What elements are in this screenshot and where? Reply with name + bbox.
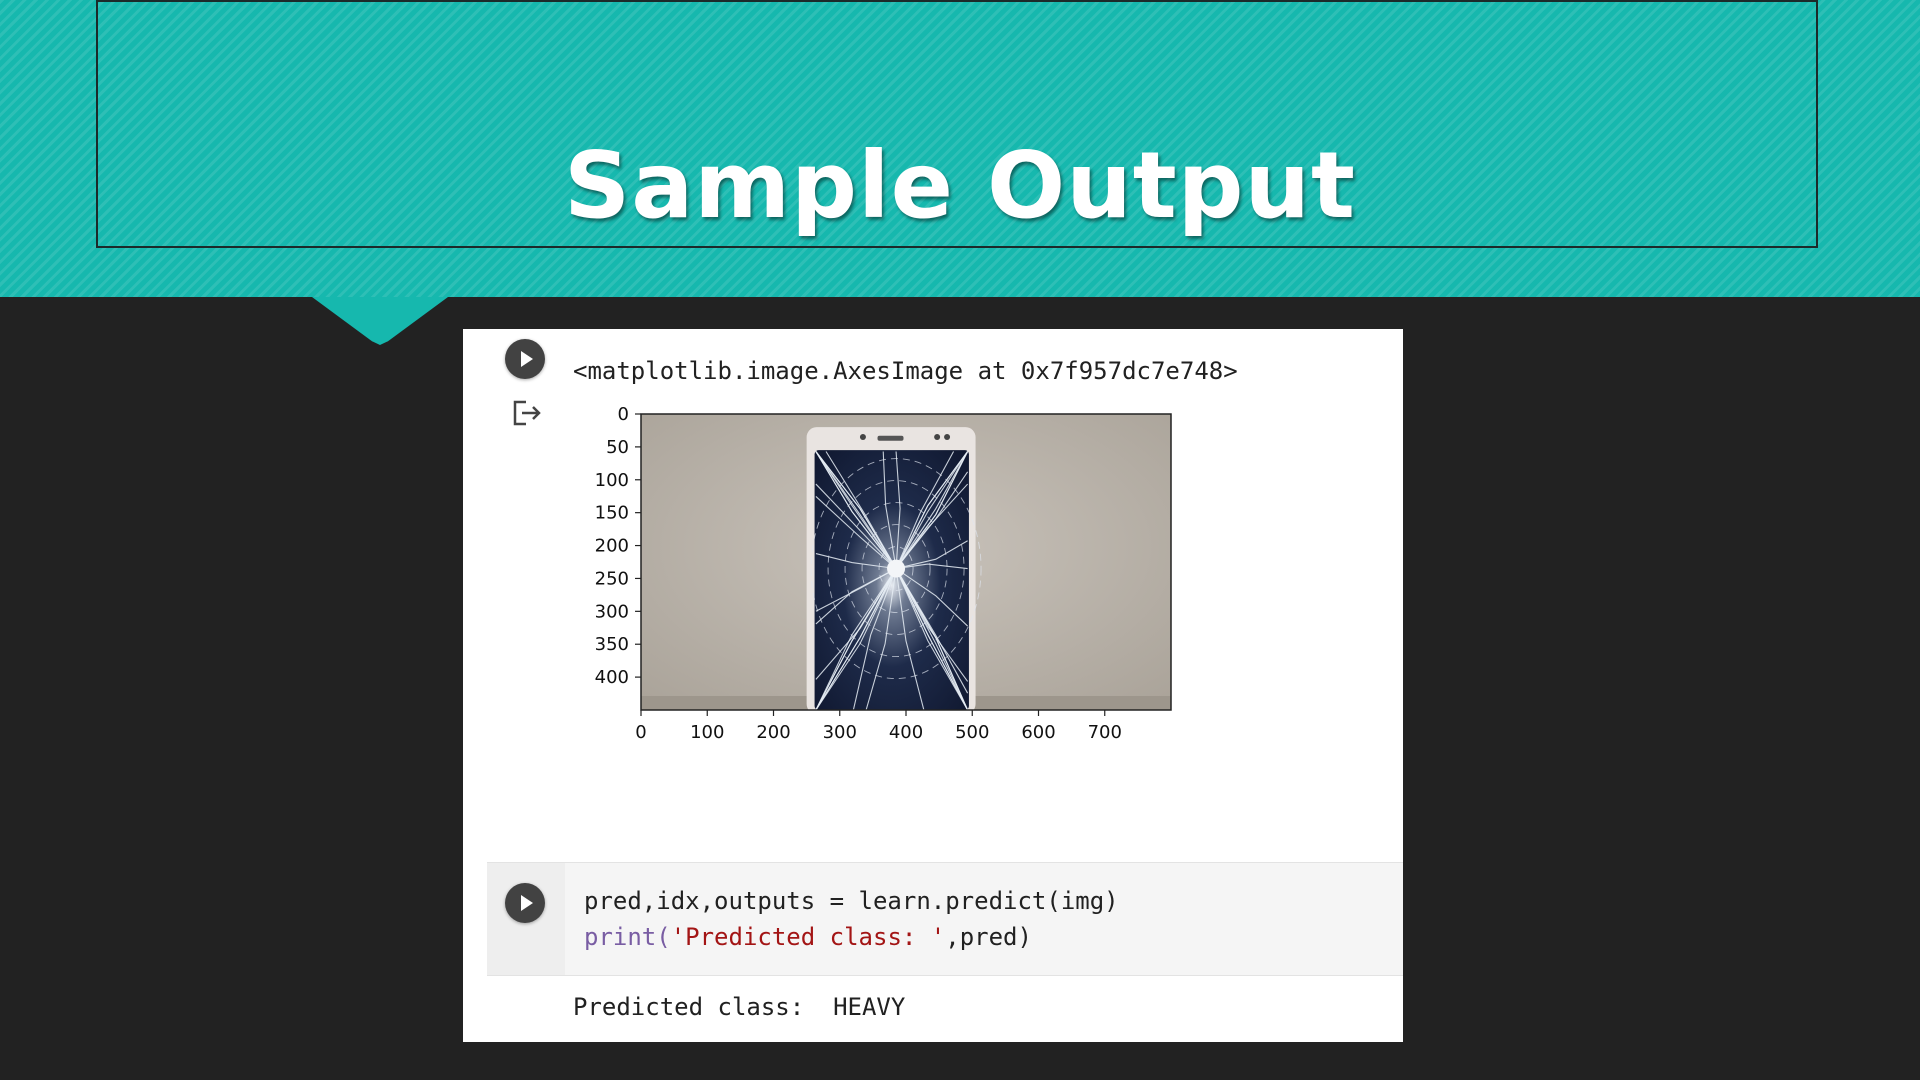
header-notch — [312, 297, 448, 345]
x-tick-label: 300 — [823, 722, 857, 743]
x-tick-label: 600 — [1021, 722, 1055, 743]
code-line[interactable]: pred,idx,outputs = learn.predict(img) — [584, 887, 1119, 915]
run-cell-button[interactable] — [505, 339, 545, 379]
y-tick-label: 400 — [595, 667, 629, 688]
run-code-cell-button[interactable] — [505, 883, 545, 923]
x-tick-label: 100 — [690, 722, 724, 743]
notebook-panel: <matplotlib.image.AxesImage at 0x7f957dc… — [463, 329, 1403, 1042]
y-tick-label: 150 — [595, 503, 629, 524]
phone-speaker — [877, 435, 904, 441]
code-string: 'Predicted class: ' — [670, 923, 946, 951]
phone-sensor — [934, 434, 941, 441]
code-line[interactable]: print('Predicted class: ',pred) — [584, 923, 1032, 951]
y-tick-label: 250 — [595, 568, 629, 589]
y-tick-label: 200 — [595, 536, 629, 557]
x-tick-label: 0 — [635, 722, 646, 743]
prediction-output: Predicted class: HEAVY — [573, 993, 906, 1021]
phone-sensor — [944, 434, 951, 441]
y-tick-label: 50 — [606, 437, 629, 458]
plot-area — [640, 413, 1172, 711]
x-tick-label: 400 — [889, 722, 923, 743]
x-tick-label: 500 — [955, 722, 989, 743]
x-axis: 0 100 200 300 400 500 600 700 — [635, 710, 1122, 743]
y-tick-label: 0 — [618, 404, 629, 425]
x-tick-label: 200 — [756, 722, 790, 743]
y-tick-label: 100 — [595, 470, 629, 491]
y-tick-label: 350 — [595, 634, 629, 655]
output-repr-text: <matplotlib.image.AxesImage at 0x7f957dc… — [573, 357, 1238, 385]
phone-camera — [859, 434, 866, 441]
x-tick-label: 700 — [1088, 722, 1122, 743]
y-axis: 0 50 100 150 200 250 300 350 400 — [595, 404, 641, 688]
code-function: print( — [584, 923, 671, 951]
impact-point — [887, 559, 906, 578]
output-redirect-icon[interactable] — [512, 399, 544, 427]
slide-title: Sample Output — [563, 132, 1357, 239]
phone-photo — [806, 427, 982, 710]
image-plot: 0 100 200 300 400 500 600 700 0 50 100 150 200 250 30… — [595, 404, 1172, 743]
y-tick-label: 300 — [595, 601, 629, 622]
code-cell[interactable]: pred,idx,outputs = learn.predict(img) pr… — [487, 862, 1403, 976]
code-args: ,pred) — [945, 923, 1032, 951]
